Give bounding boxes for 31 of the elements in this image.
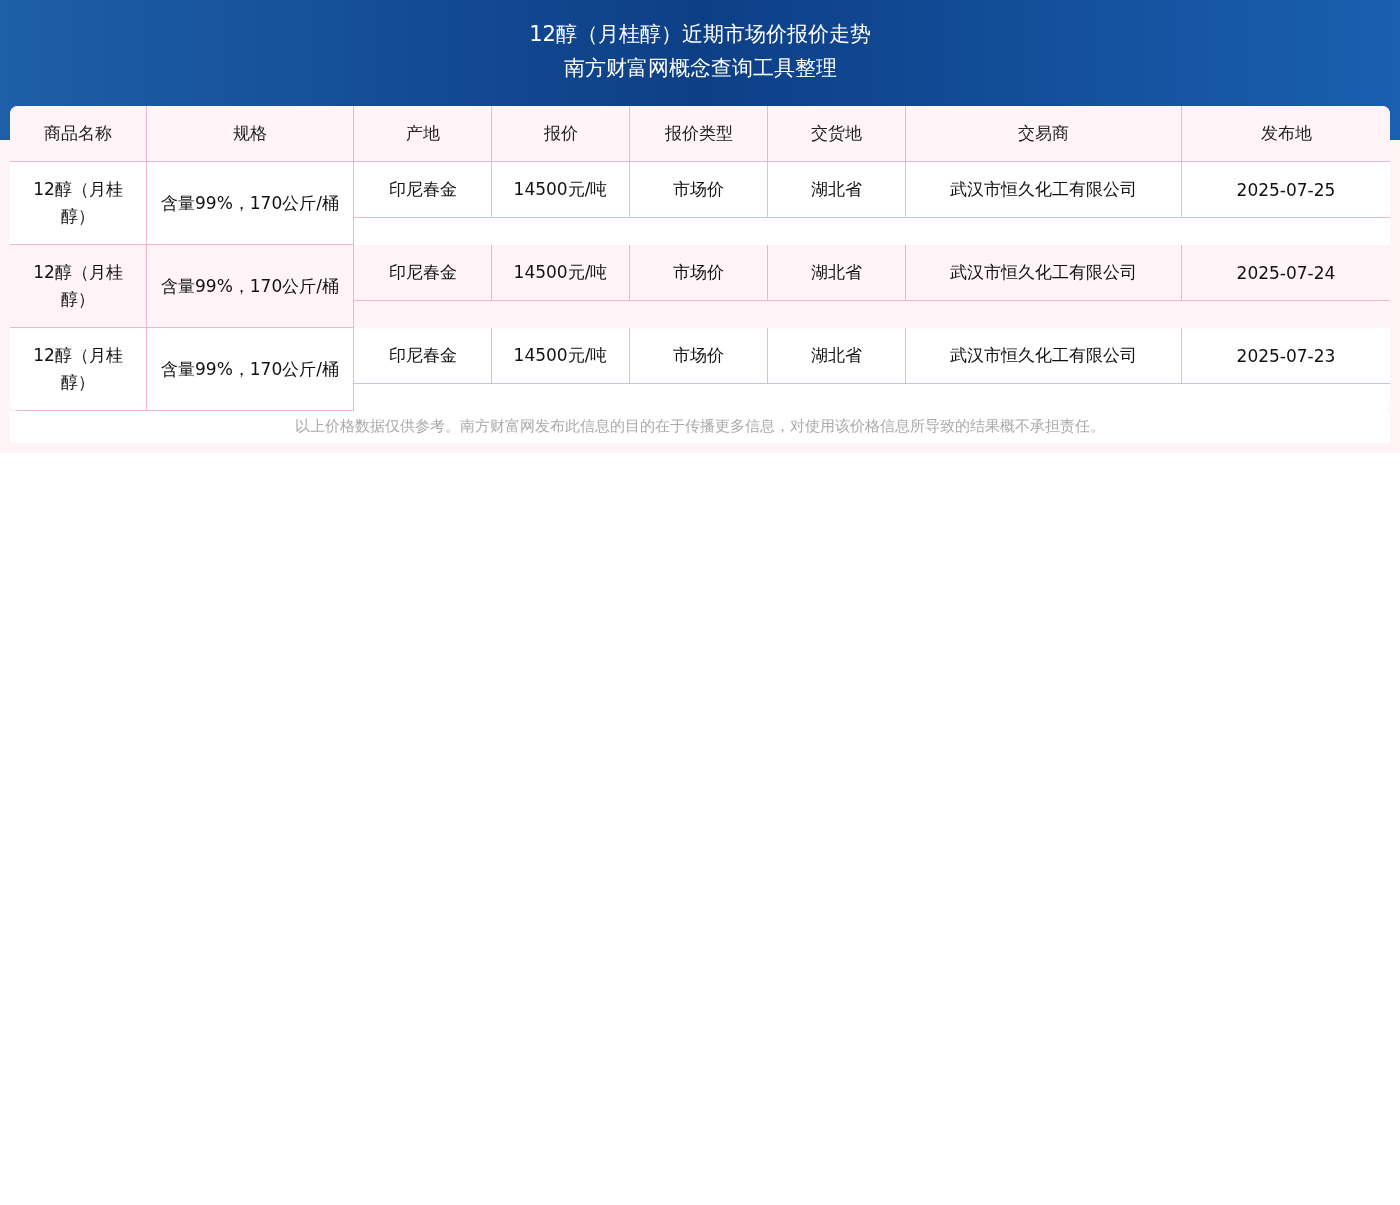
table-cell: 印尼春金 xyxy=(354,162,492,218)
column-header: 发布地 xyxy=(1259,122,1313,145)
table-cell: 市场价 xyxy=(630,328,768,384)
table-cell: 湖北省 xyxy=(768,162,906,218)
table-cell: 14500元/吨 xyxy=(492,162,630,218)
page-title: 12醇（月桂醇）近期市场价报价走势 xyxy=(529,21,871,48)
table-cell: 14500元/吨 xyxy=(492,328,630,384)
table-cell: 湖北省 xyxy=(768,245,906,301)
column-header: 报价类型 xyxy=(630,106,768,161)
table-cell: 印尼春金 xyxy=(354,245,492,301)
table-cell: 武汉市恒久化工有限公司 xyxy=(906,328,1182,384)
column-header: 产地 xyxy=(354,106,492,161)
column-header: 报价 xyxy=(492,106,630,161)
table-cell: 含量99%，170公斤/桶 xyxy=(147,328,354,411)
table-cell: 市场价 xyxy=(630,245,768,301)
column-header: 规格 xyxy=(147,106,354,161)
column-header: 商品名称 xyxy=(10,106,147,161)
table-cell: 含量99%，170公斤/桶 xyxy=(147,162,354,245)
column-header: 交易商 xyxy=(906,106,1182,161)
page-subtitle: 南方财富网概念查询工具整理 xyxy=(563,55,837,82)
table-cell: 印尼春金 xyxy=(354,328,492,384)
table-cell: 14500元/吨 xyxy=(492,245,630,301)
table-cell: 武汉市恒久化工有限公司 xyxy=(906,245,1182,301)
table-cell: 武汉市恒久化工有限公司 xyxy=(906,162,1182,218)
disclaimer-text: 以上价格数据仅供参考。南方财富网发布此信息的目的在于传播更多信息，对使用该价格信息所导致的结果概不承担责任。 xyxy=(10,411,1390,443)
table-cell: 12醇（月桂醇） xyxy=(10,162,147,245)
table-cell: 市场价 xyxy=(630,162,768,218)
table-cell: 12醇（月桂醇） xyxy=(10,245,147,328)
column-header: 交货地 xyxy=(768,106,906,161)
table-cell: 湖北省 xyxy=(768,328,906,384)
table-cell: 含量99%，170公斤/桶 xyxy=(147,245,354,328)
